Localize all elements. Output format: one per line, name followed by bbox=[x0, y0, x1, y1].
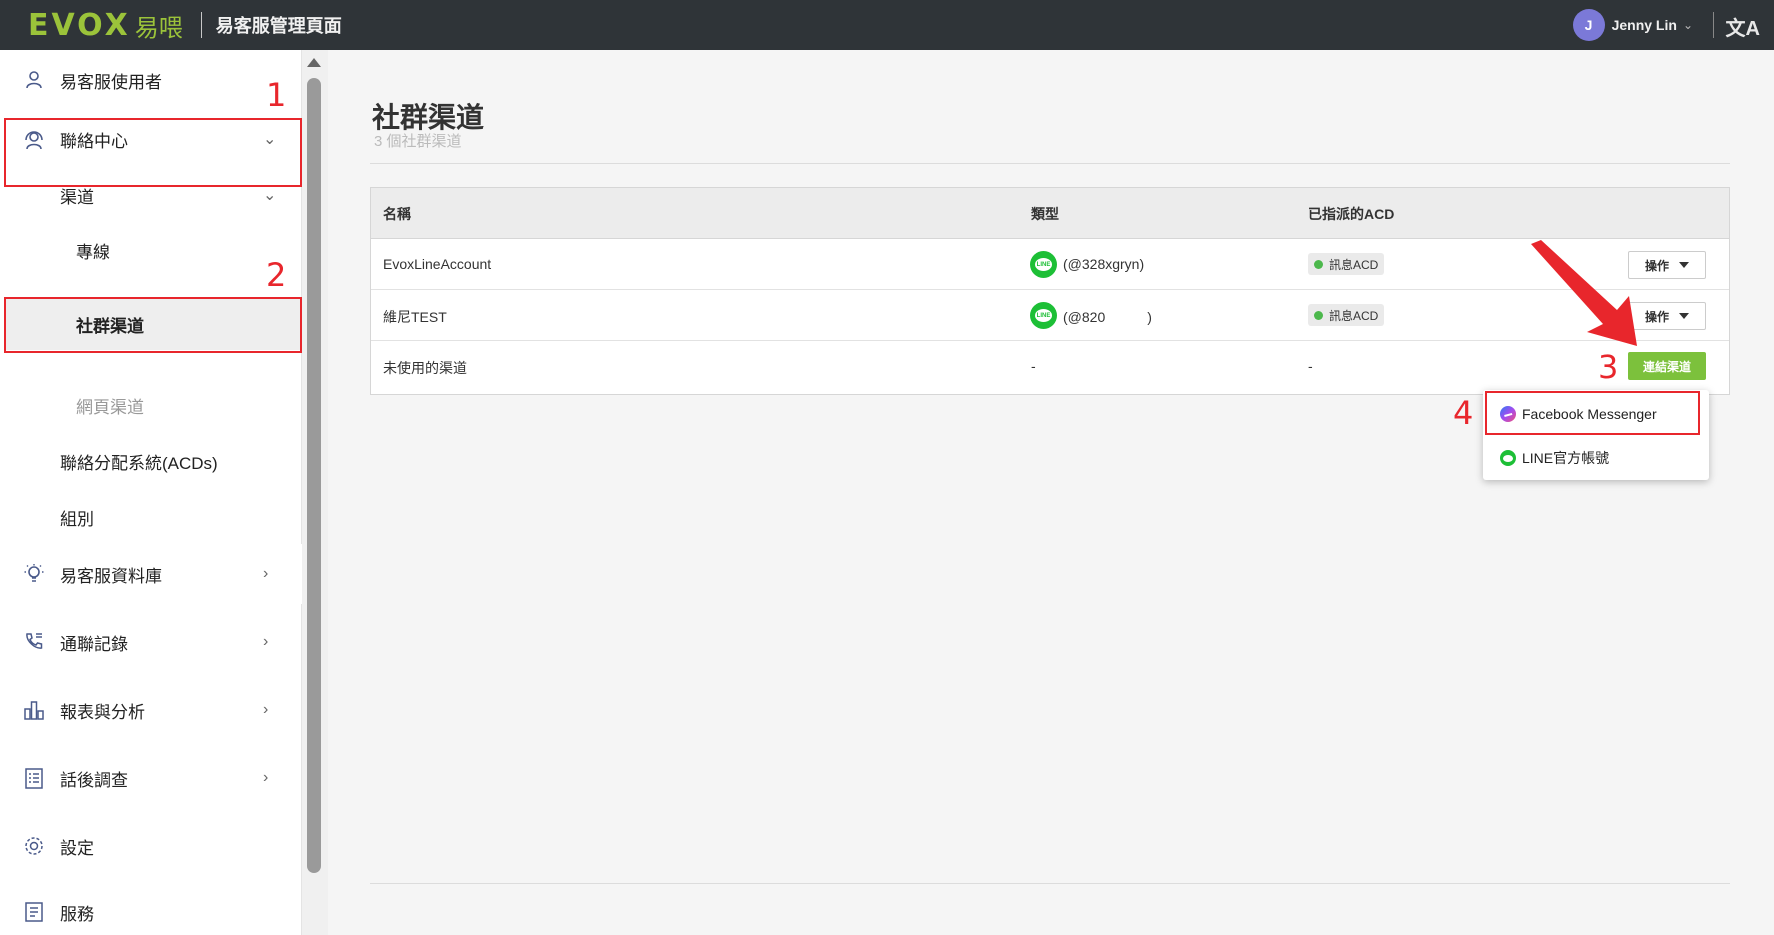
lightbulb-icon bbox=[22, 562, 46, 586]
menu-item-label: LINE官方帳號 bbox=[1522, 450, 1610, 466]
sidebar-item-web-channels[interactable]: 網頁渠道 bbox=[0, 380, 302, 430]
scroll-up-icon[interactable] bbox=[307, 58, 321, 67]
sidebar-item-reports[interactable]: 報表與分析 › bbox=[0, 680, 302, 740]
top-bar: EVOX 易喂 易客服管理頁面 J Jenny Lin ⌄ 文A bbox=[0, 0, 1774, 50]
column-header-type[interactable]: 類型 bbox=[1031, 204, 1059, 224]
acd-label: 訊息ACD bbox=[1329, 308, 1379, 323]
annotation-box-1 bbox=[4, 118, 302, 187]
table-header: 名稱 類型 已指派的ACD bbox=[371, 188, 1729, 239]
avatar[interactable]: J bbox=[1572, 9, 1605, 41]
logo: EVOX 易喂 bbox=[28, 0, 183, 50]
channel-type: - bbox=[1031, 358, 1036, 374]
survey-icon bbox=[22, 766, 46, 790]
logo-evox: EVOX bbox=[28, 7, 131, 43]
channel-acd: - bbox=[1308, 358, 1313, 374]
chevron-down-icon: ⌄ bbox=[263, 187, 277, 204]
sidebar-item-label: 專線 bbox=[76, 242, 110, 262]
actions-label: 操作 bbox=[1644, 258, 1669, 273]
sidebar-item-survey[interactable]: 話後調查 › bbox=[0, 748, 302, 808]
chevron-right-icon: › bbox=[263, 633, 269, 650]
user-menu[interactable]: J Jenny Lin ⌄ bbox=[1572, 0, 1714, 50]
channel-name: 維尼TEST bbox=[383, 309, 447, 325]
annotation-number-3: 3 bbox=[1598, 348, 1619, 386]
acd-label: 訊息ACD bbox=[1329, 257, 1379, 272]
sidebar-item-users[interactable]: 易客服使用者 bbox=[0, 50, 302, 110]
translate-icon[interactable]: 文A bbox=[1726, 12, 1760, 41]
sidebar-item-dedicated-line[interactable]: 專線 bbox=[0, 220, 302, 280]
sidebar-item-knowledge-base[interactable]: 易客服資料庫 › bbox=[0, 544, 302, 604]
annotation-arrow-icon bbox=[1531, 240, 1637, 346]
channel-name: 未使用的渠道 bbox=[383, 360, 467, 376]
sidebar-item-settings[interactable]: 設定 bbox=[0, 816, 302, 876]
actions-label: 操作 bbox=[1644, 309, 1669, 324]
link-channel-button[interactable]: 連結渠道 bbox=[1628, 352, 1706, 380]
line-icon bbox=[1500, 450, 1516, 466]
acd-badge: 訊息ACD bbox=[1308, 253, 1385, 275]
topbar-divider bbox=[200, 12, 202, 38]
sidebar-item-groups[interactable]: 組別 bbox=[0, 492, 302, 542]
annotation-number-1: 1 bbox=[266, 76, 287, 114]
annotation-box-2 bbox=[4, 297, 302, 353]
sidebar-item-label: 組別 bbox=[60, 509, 94, 529]
page-subtitle: 3 個社群渠道 bbox=[374, 133, 462, 150]
caret-down-icon bbox=[1679, 262, 1689, 268]
sidebar-item-label: 網頁渠道 bbox=[76, 397, 144, 417]
status-dot-icon bbox=[1314, 310, 1323, 320]
user-name[interactable]: Jenny Lin bbox=[1612, 17, 1677, 33]
chevron-down-icon[interactable]: ⌄ bbox=[1683, 18, 1693, 32]
sidebar-item-label: 聯絡分配系統(ACDs) bbox=[60, 453, 218, 473]
column-header-name[interactable]: 名稱 bbox=[383, 204, 411, 224]
line-icon: LINE bbox=[1030, 302, 1057, 329]
sidebar-item-acds[interactable]: 聯絡分配系統(ACDs) bbox=[0, 436, 302, 486]
acd-badge: 訊息ACD bbox=[1308, 304, 1385, 326]
line-icon: LINE bbox=[1030, 251, 1057, 278]
scrollbar-thumb[interactable] bbox=[307, 78, 321, 873]
chevron-right-icon: › bbox=[263, 565, 269, 582]
annotation-box-4 bbox=[1485, 391, 1700, 435]
annotation-number-4: 4 bbox=[1453, 394, 1474, 432]
sidebar-item-label: 易客服資料庫 bbox=[60, 566, 162, 586]
column-header-acd[interactable]: 已指派的ACD bbox=[1308, 204, 1394, 224]
logo-cn: 易喂 bbox=[134, 14, 183, 42]
sidebar-item-label: 服務 bbox=[60, 904, 94, 924]
sidebar-item-label: 易客服使用者 bbox=[60, 72, 162, 92]
app-title: 易客服管理頁面 bbox=[215, 16, 342, 36]
sidebar-item-label: 設定 bbox=[60, 838, 94, 858]
title-divider bbox=[370, 163, 1730, 164]
sidebar-item-service[interactable]: 服務 bbox=[0, 882, 302, 935]
caret-down-icon bbox=[1679, 313, 1689, 319]
phone-log-icon bbox=[22, 630, 46, 654]
menu-item-line-official[interactable]: LINE官方帳號 bbox=[1483, 436, 1709, 480]
annotation-number-2: 2 bbox=[266, 256, 287, 294]
channel-type: (@820 ) bbox=[1063, 309, 1152, 325]
sidebar-item-label: 報表與分析 bbox=[60, 702, 145, 722]
chevron-right-icon: › bbox=[263, 701, 269, 718]
user-icon bbox=[22, 68, 46, 92]
bottom-divider bbox=[370, 883, 1730, 884]
sidebar-item-label: 通聯記錄 bbox=[60, 634, 128, 654]
gear-icon bbox=[22, 834, 46, 858]
sidebar-item-call-log[interactable]: 通聯記錄 › bbox=[0, 612, 302, 672]
service-icon bbox=[22, 900, 46, 924]
sidebar-item-label: 話後調查 bbox=[60, 770, 128, 790]
channel-type: (@328xgryn) bbox=[1063, 256, 1145, 272]
channel-name: EvoxLineAccount bbox=[383, 256, 492, 272]
chevron-right-icon: › bbox=[263, 769, 269, 786]
bar-chart-icon bbox=[22, 698, 46, 722]
status-dot-icon bbox=[1314, 259, 1323, 269]
user-divider bbox=[1713, 12, 1714, 38]
